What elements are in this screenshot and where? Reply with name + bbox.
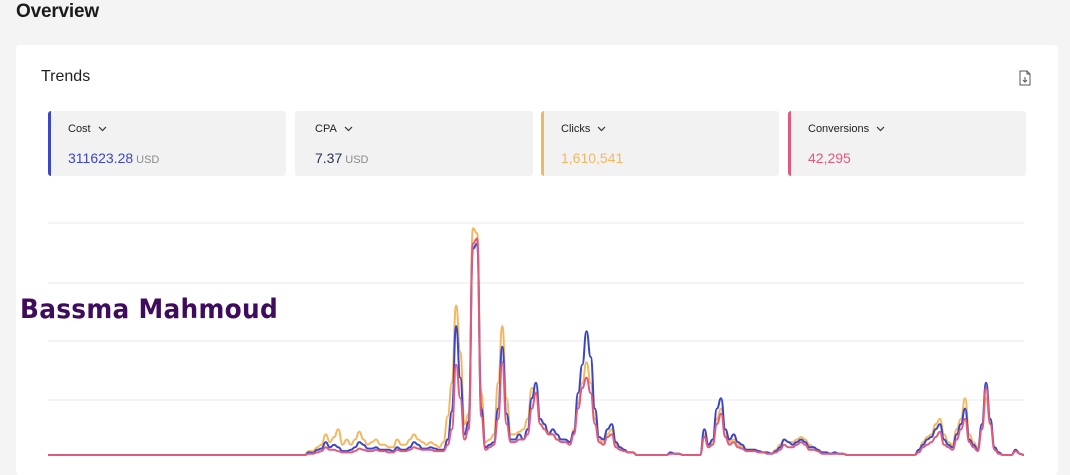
trends-line-chart <box>48 222 1025 456</box>
series-line-1 <box>48 227 1025 456</box>
series-line-2 <box>48 237 1025 456</box>
watermark-text: Bassma Mahmoud <box>20 294 279 325</box>
series-line-0 <box>48 242 1025 456</box>
page-title: Overview <box>16 1 99 22</box>
trends-card: Trends Cost 311623.28 USD CPA 7.37 USD Cli… <box>16 45 1058 475</box>
